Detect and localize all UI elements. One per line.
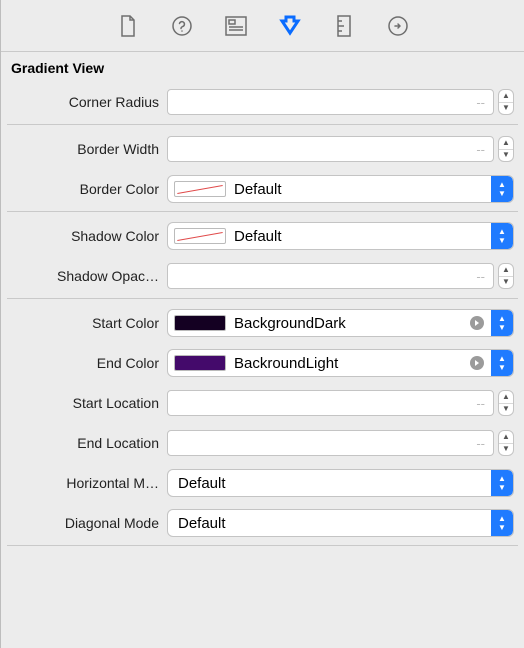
row-border-width: Border Width -- ▲▼ <box>1 129 524 169</box>
border-color-swatch <box>174 181 226 197</box>
horizontal-mode-value: Default <box>178 475 491 492</box>
label-start-color: Start Color <box>1 315 167 331</box>
shadow-opacity-stepper[interactable]: ▲▼ <box>498 263 514 289</box>
corner-radius-field[interactable]: -- <box>167 89 494 115</box>
jump-to-definition-icon[interactable] <box>467 313 487 333</box>
attributes-inspector-icon[interactable] <box>278 14 302 38</box>
start-color-select[interactable]: BackgroundDark ▲▼ <box>167 309 514 337</box>
start-location-field[interactable]: -- <box>167 390 494 416</box>
end-location-stepper[interactable]: ▲▼ <box>498 430 514 456</box>
row-shadow-color: Shadow Color Default ▲▼ <box>1 216 524 256</box>
label-start-location: Start Location <box>1 395 167 411</box>
diagonal-mode-value: Default <box>178 515 491 532</box>
identity-inspector-icon[interactable] <box>224 14 248 38</box>
label-horizontal-mode: Horizontal M… <box>1 475 167 491</box>
label-shadow-opacity: Shadow Opac… <box>1 268 167 284</box>
corner-radius-stepper[interactable]: ▲▼ <box>498 89 514 115</box>
label-border-color: Border Color <box>1 181 167 197</box>
row-diagonal-mode: Diagonal Mode Default ▲▼ <box>1 503 524 543</box>
row-shadow-opacity: Shadow Opac… -- ▲▼ <box>1 256 524 296</box>
dropdown-arrows-icon: ▲▼ <box>491 470 513 496</box>
row-horizontal-mode: Horizontal M… Default ▲▼ <box>1 463 524 503</box>
shadow-opacity-field[interactable]: -- <box>167 263 494 289</box>
dropdown-arrows-icon: ▲▼ <box>491 510 513 536</box>
row-end-color: End Color BackroundLight ▲▼ <box>1 343 524 383</box>
label-diagonal-mode: Diagonal Mode <box>1 515 167 531</box>
label-corner-radius: Corner Radius <box>1 94 167 110</box>
start-color-value: BackgroundDark <box>234 315 467 332</box>
section-title: Gradient View <box>1 52 524 82</box>
file-inspector-icon[interactable] <box>116 14 140 38</box>
start-color-swatch <box>174 315 226 331</box>
dropdown-arrows-icon: ▲▼ <box>491 310 513 336</box>
divider <box>7 211 518 212</box>
label-shadow-color: Shadow Color <box>1 228 167 244</box>
diagonal-mode-select[interactable]: Default ▲▼ <box>167 509 514 537</box>
start-location-stepper[interactable]: ▲▼ <box>498 390 514 416</box>
row-start-location: Start Location -- ▲▼ <box>1 383 524 423</box>
border-width-field[interactable]: -- <box>167 136 494 162</box>
label-border-width: Border Width <box>1 141 167 157</box>
jump-to-definition-icon[interactable] <box>467 353 487 373</box>
dropdown-arrows-icon: ▲▼ <box>491 350 513 376</box>
row-start-color: Start Color BackgroundDark ▲▼ <box>1 303 524 343</box>
border-width-stepper[interactable]: ▲▼ <box>498 136 514 162</box>
label-end-color: End Color <box>1 355 167 371</box>
divider <box>7 545 518 546</box>
end-location-field[interactable]: -- <box>167 430 494 456</box>
row-end-location: End Location -- ▲▼ <box>1 423 524 463</box>
divider <box>7 124 518 125</box>
row-border-color: Border Color Default ▲▼ <box>1 169 524 209</box>
end-color-swatch <box>174 355 226 371</box>
row-corner-radius: Corner Radius -- ▲▼ <box>1 82 524 122</box>
label-end-location: End Location <box>1 435 167 451</box>
inspector-panel: Gradient View Corner Radius -- ▲▼ Border… <box>0 0 524 648</box>
dropdown-arrows-icon: ▲▼ <box>491 223 513 249</box>
inspector-toolbar <box>1 0 524 52</box>
end-color-select[interactable]: BackroundLight ▲▼ <box>167 349 514 377</box>
shadow-color-value: Default <box>234 228 491 245</box>
help-inspector-icon[interactable] <box>170 14 194 38</box>
border-color-select[interactable]: Default ▲▼ <box>167 175 514 203</box>
horizontal-mode-select[interactable]: Default ▲▼ <box>167 469 514 497</box>
divider <box>7 298 518 299</box>
end-color-value: BackroundLight <box>234 355 467 372</box>
border-color-value: Default <box>234 181 491 198</box>
shadow-color-select[interactable]: Default ▲▼ <box>167 222 514 250</box>
connections-inspector-icon[interactable] <box>386 14 410 38</box>
shadow-color-swatch <box>174 228 226 244</box>
size-inspector-icon[interactable] <box>332 14 356 38</box>
dropdown-arrows-icon: ▲▼ <box>491 176 513 202</box>
